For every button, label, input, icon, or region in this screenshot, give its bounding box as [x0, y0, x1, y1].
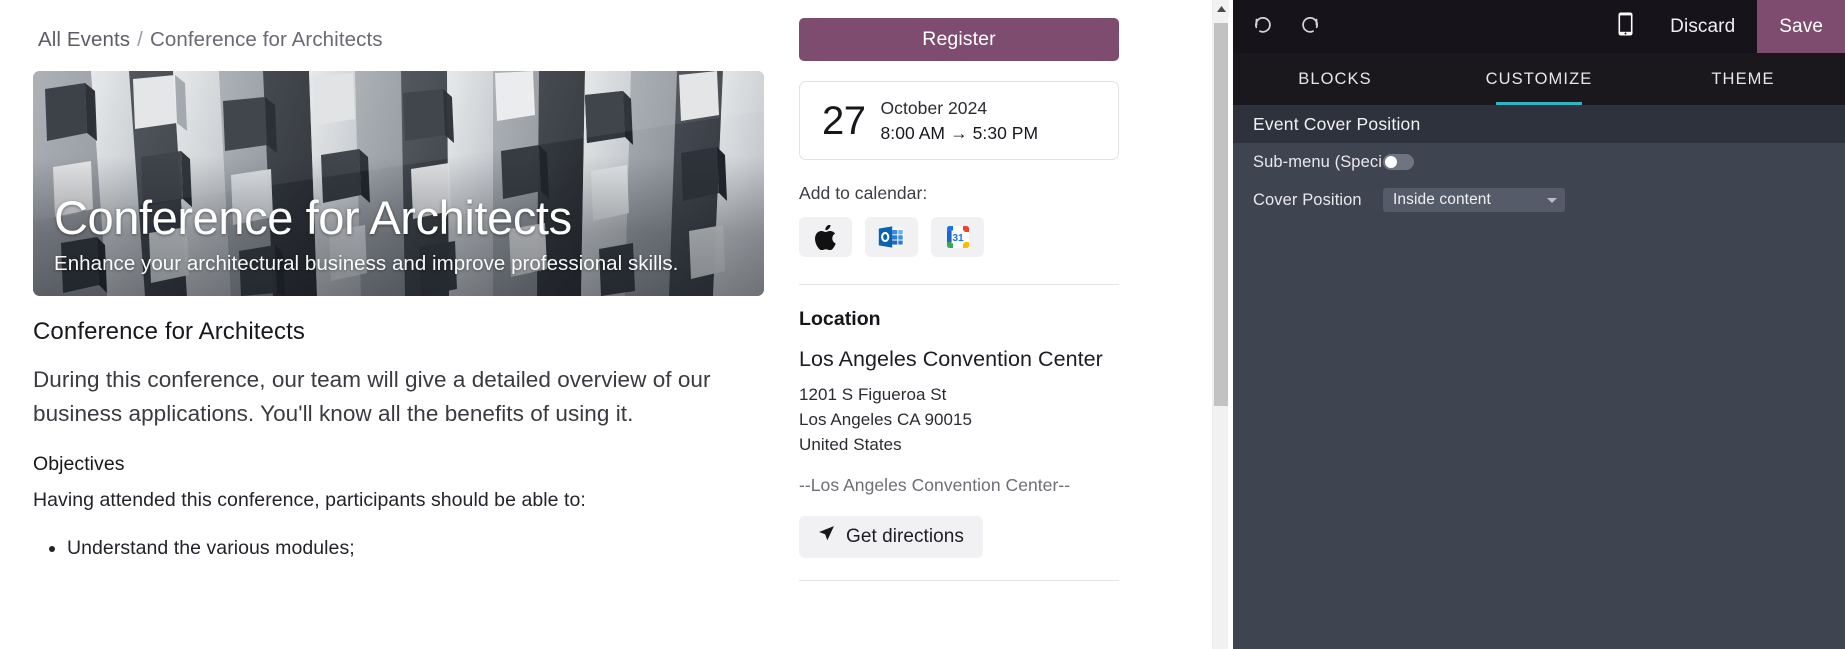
cover-title: Conference for Architects [54, 191, 572, 245]
event-date-meta: October 2024 8:00 AM → 5:30 PM [881, 96, 1039, 146]
location-address: 1201 S Figueroa St Los Angeles CA 90015 … [799, 383, 1119, 458]
sub-menu-toggle[interactable] [1383, 154, 1414, 170]
address-city-state-zip: Los Angeles CA 90015 [799, 409, 973, 429]
location-venue-name: Los Angeles Convention Center [799, 347, 1103, 371]
event-end-time: 5:30 PM [972, 122, 1039, 143]
event-description: Conference for Architects During this co… [33, 318, 778, 564]
discard-button[interactable]: Discard [1648, 0, 1757, 53]
page-scrollbar[interactable] [1212, 0, 1229, 649]
scrollbar-track[interactable] [1213, 17, 1229, 649]
add-to-calendar-label: Add to calendar: [799, 183, 928, 203]
address-country: United States [799, 434, 902, 454]
section-header-event-cover-position: Event Cover Position [1233, 105, 1845, 143]
cover-text-block: Conference for Architects Enhance your a… [54, 191, 754, 276]
get-directions-label: Get directions [846, 525, 964, 547]
undo-icon [1253, 16, 1274, 37]
event-cover-image[interactable]: Conference for Architects Enhance your a… [33, 71, 764, 296]
outlook-calendar-button[interactable] [865, 217, 918, 257]
option-row-cover-position: Cover Position Inside content [1233, 181, 1845, 219]
breadcrumb-separator: / [137, 28, 143, 51]
objectives-list: Understand the various modules; [33, 533, 778, 563]
website-editor-panel: Discard Save BLOCKS CUSTOMIZE THEME Even… [1233, 0, 1845, 649]
list-item: Understand the various modules; [67, 533, 778, 563]
register-button[interactable]: Register [799, 18, 1119, 61]
editor-options-body: Sub-menu (Speci... Cover Position Inside… [1233, 143, 1845, 219]
cover-position-value: Inside content [1393, 191, 1491, 208]
editor-toolbar: Discard Save [1233, 0, 1845, 53]
svg-text:31: 31 [952, 233, 964, 244]
editor-tabs: BLOCKS CUSTOMIZE THEME [1233, 53, 1845, 105]
breadcrumb-link-all-events[interactable]: All Events [38, 28, 130, 51]
redo-icon [1299, 16, 1320, 37]
event-heading: Conference for Architects [33, 318, 305, 345]
sub-menu-label: Sub-menu (Speci... [1253, 152, 1383, 171]
mobile-preview-button[interactable] [1602, 0, 1648, 53]
redo-button[interactable] [1287, 0, 1331, 53]
chevron-down-icon [1547, 197, 1557, 203]
tab-theme[interactable]: THEME [1641, 53, 1845, 105]
objectives-intro: Having attended this conference, partici… [33, 489, 586, 512]
sidebar-divider [799, 284, 1119, 285]
event-start-time: 8:00 AM [880, 122, 946, 143]
google-calendar-icon: 31 [946, 225, 970, 249]
scrollbar-up-arrow[interactable] [1213, 0, 1229, 17]
event-time-range: 8:00 AM → 5:30 PM [881, 121, 1039, 146]
event-date-card: 27 October 2024 8:00 AM → 5:30 PM [799, 81, 1119, 160]
event-sidebar: Register 27 October 2024 8:00 AM → 5:30 PM… [799, 18, 1119, 581]
get-directions-button[interactable]: Get directions [799, 515, 983, 558]
location-heading: Location [799, 308, 881, 330]
navigation-arrow-icon [818, 525, 835, 548]
sidebar-divider-bottom [799, 579, 1119, 581]
breadcrumb-current: Conference for Architects [149, 28, 383, 51]
event-day-number: 27 [822, 98, 866, 143]
cover-position-label: Cover Position [1253, 190, 1362, 209]
event-lead-paragraph: During this conference, our team will gi… [33, 367, 711, 427]
cover-subtitle: Enhance your architectural business and … [54, 252, 679, 275]
event-month-year: October 2024 [880, 97, 988, 118]
address-street: 1201 S Figueroa St [799, 385, 947, 404]
cover-position-select[interactable]: Inside content [1383, 188, 1565, 212]
tab-customize[interactable]: CUSTOMIZE [1437, 53, 1641, 105]
save-button[interactable]: Save [1757, 0, 1845, 53]
apple-calendar-icon [815, 224, 836, 250]
option-row-sub-menu: Sub-menu (Speci... [1233, 143, 1845, 181]
location-note: --Los Angeles Convention Center-- [799, 474, 1071, 495]
breadcrumb: All Events / Conference for Architects [38, 28, 383, 52]
toggle-knob [1385, 156, 1397, 168]
tab-blocks[interactable]: BLOCKS [1233, 53, 1437, 105]
mobile-preview-icon [1618, 12, 1633, 41]
undo-button[interactable] [1241, 0, 1285, 53]
google-calendar-button[interactable]: 31 [931, 217, 984, 257]
add-to-calendar-buttons: 31 [799, 217, 1119, 257]
website-preview: All Events / Conference for Architects C… [0, 0, 1425, 649]
scrollbar-thumb[interactable] [1214, 23, 1228, 406]
objectives-heading: Objectives [33, 453, 125, 476]
apple-calendar-button[interactable] [799, 217, 852, 257]
time-range-arrow-icon: → [950, 122, 968, 143]
outlook-calendar-icon [878, 226, 905, 248]
website-editor-app: All Events / Conference for Architects C… [0, 0, 1845, 649]
